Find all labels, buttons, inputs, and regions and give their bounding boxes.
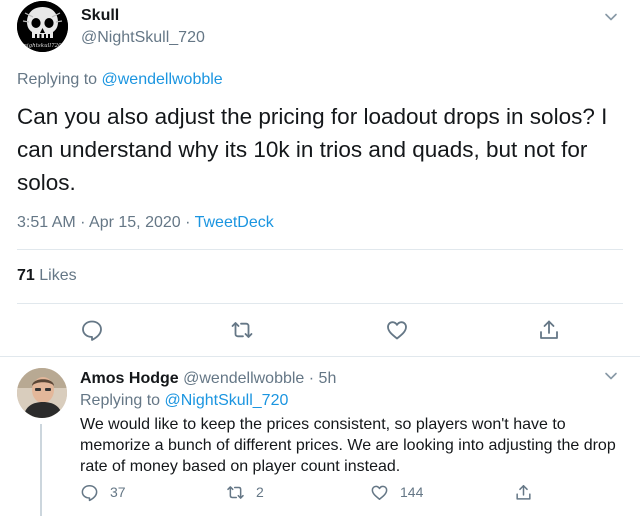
- reply-count: 37: [110, 484, 126, 500]
- replying-to: Replying to @NightSkull_720: [80, 392, 288, 410]
- divider: [17, 303, 623, 304]
- reply-display-name[interactable]: Amos Hodge: [80, 370, 179, 387]
- replying-to-link[interactable]: @NightSkull_720: [165, 392, 289, 409]
- retweet-button[interactable]: 2: [226, 482, 264, 502]
- replying-to: Replying to @wendellwobble: [17, 71, 223, 89]
- like-count: 144: [400, 484, 424, 500]
- display-name[interactable]: Skull: [81, 7, 119, 25]
- like-icon[interactable]: [385, 318, 409, 342]
- replying-prefix: Replying to: [80, 392, 165, 409]
- share-icon[interactable]: [537, 318, 561, 342]
- avatar[interactable]: nightskull720: [17, 1, 68, 52]
- tweet-meta: 3:51 AM · Apr 15, 2020 · TweetDeck: [17, 214, 274, 232]
- reply-icon: [81, 484, 98, 501]
- separator: ·: [304, 370, 319, 387]
- avatar[interactable]: [17, 368, 67, 418]
- replying-to-link[interactable]: @wendellwobble: [102, 71, 223, 88]
- reply-header: Amos Hodge @wendellwobble · 5h: [80, 370, 336, 388]
- chevron-down-icon[interactable]: [603, 9, 619, 25]
- tweet-text: Can you also adjust the pricing for load…: [17, 104, 608, 195]
- retweet-count: 2: [256, 484, 264, 500]
- like-count-value: 71: [17, 267, 35, 284]
- reply-tweet[interactable]: Amos Hodge @wendellwobble · 5h Replying …: [0, 358, 640, 516]
- user-handle[interactable]: @NightSkull_720: [81, 29, 205, 47]
- person-avatar-icon: [17, 368, 67, 418]
- like-icon: [371, 485, 388, 500]
- avatar-caption: nightskull720: [23, 43, 62, 49]
- skull-avatar-icon: nightskull720: [17, 1, 68, 52]
- main-tweet: nightskull720 Skull @NightSkull_720 Repl…: [0, 0, 640, 357]
- chevron-down-icon[interactable]: [603, 368, 619, 384]
- share-icon: [516, 484, 531, 500]
- reply-icon[interactable]: [80, 318, 104, 342]
- likes-count[interactable]: 71 Likes: [17, 267, 77, 285]
- reply-age[interactable]: 5h: [319, 370, 337, 387]
- reply-button[interactable]: 37: [80, 482, 126, 502]
- share-button[interactable]: [514, 482, 544, 502]
- timestamp[interactable]: 3:51 AM · Apr 15, 2020 ·: [17, 214, 195, 231]
- likes-label: Likes: [34, 267, 77, 284]
- source-link[interactable]: TweetDeck: [195, 214, 274, 231]
- retweet-icon[interactable]: [230, 318, 254, 342]
- retweet-icon: [227, 485, 244, 499]
- thread-line: [40, 424, 42, 516]
- divider: [17, 249, 623, 250]
- like-button[interactable]: 144: [370, 482, 423, 502]
- reply-handle[interactable]: @wendellwobble: [183, 370, 304, 387]
- reply-text: We would like to keep the prices consist…: [80, 416, 616, 475]
- replying-prefix: Replying to: [17, 71, 102, 88]
